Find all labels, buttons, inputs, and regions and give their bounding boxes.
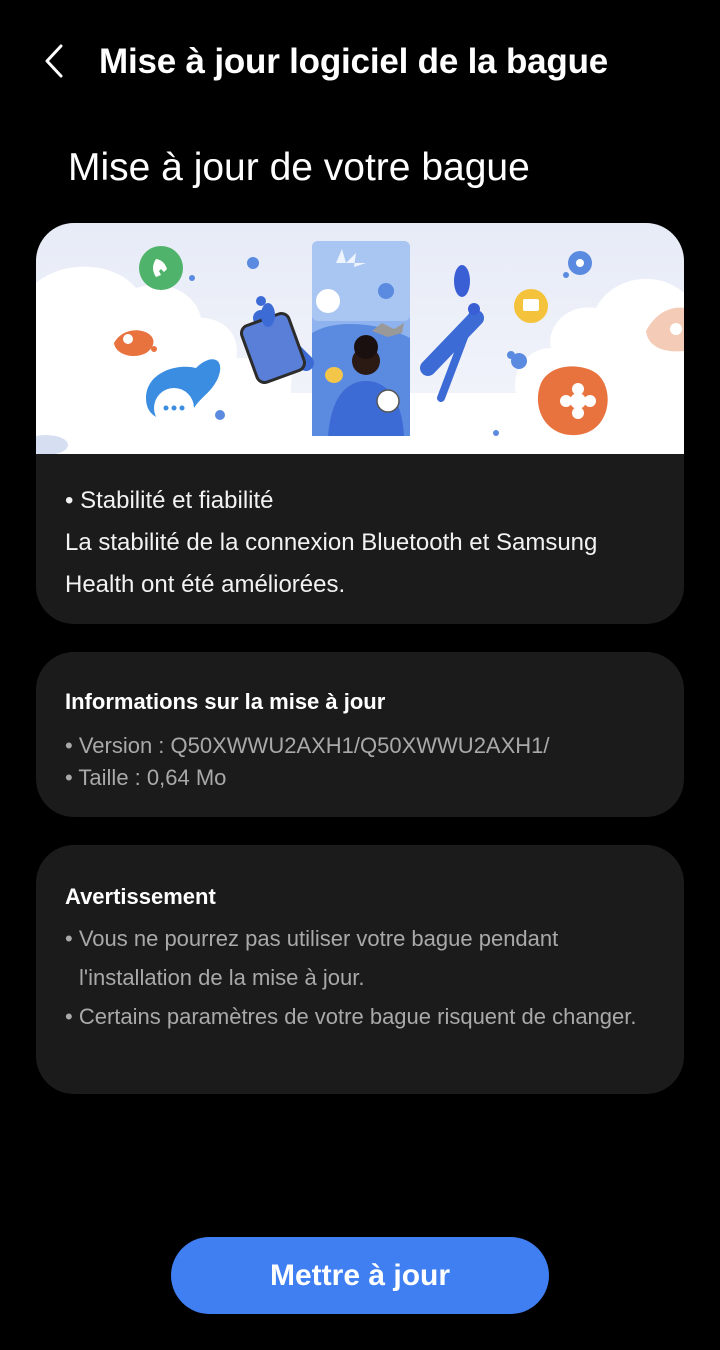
size-label: • Taille : 0,64 Mo [65, 765, 227, 790]
release-notes-bullet: • Stabilité et fiabilité [65, 487, 274, 514]
warning-title: Avertissement [65, 884, 216, 909]
warning-item: • Vous ne pourrez pas utiliser votre bag… [65, 926, 559, 990]
page-title: Mise à jour logiciel de la bague [99, 42, 609, 81]
warning-item: • Certains paramètres de votre bague ris… [65, 1004, 637, 1029]
ring-update-illustration [36, 223, 684, 454]
top-app-bar: Mise à jour logiciel de la bague [0, 28, 720, 98]
release-notes-card: • Stabilité et fiabilité La stabilité de… [36, 223, 684, 624]
section-heading: Mise à jour de votre bague [68, 146, 530, 189]
back-button[interactable] [36, 40, 76, 84]
release-notes-text: • Stabilité et fiabilité La stabilité de… [65, 480, 665, 606]
chevron-left-icon [45, 44, 63, 78]
warning-card: Avertissement • Vous ne pourrez pas util… [36, 845, 684, 1094]
version-label: • Version : Q50XWWU2AXH1/Q50XWWU2AXH1/ [65, 733, 550, 758]
update-info-title: Informations sur la mise à jour [65, 689, 386, 714]
update-info-card: Informations sur la mise à jour • Versio… [36, 652, 684, 817]
update-button[interactable]: Mettre à jour [171, 1237, 549, 1314]
release-notes-description: La stabilité de la connexion Bluetooth e… [65, 529, 598, 598]
